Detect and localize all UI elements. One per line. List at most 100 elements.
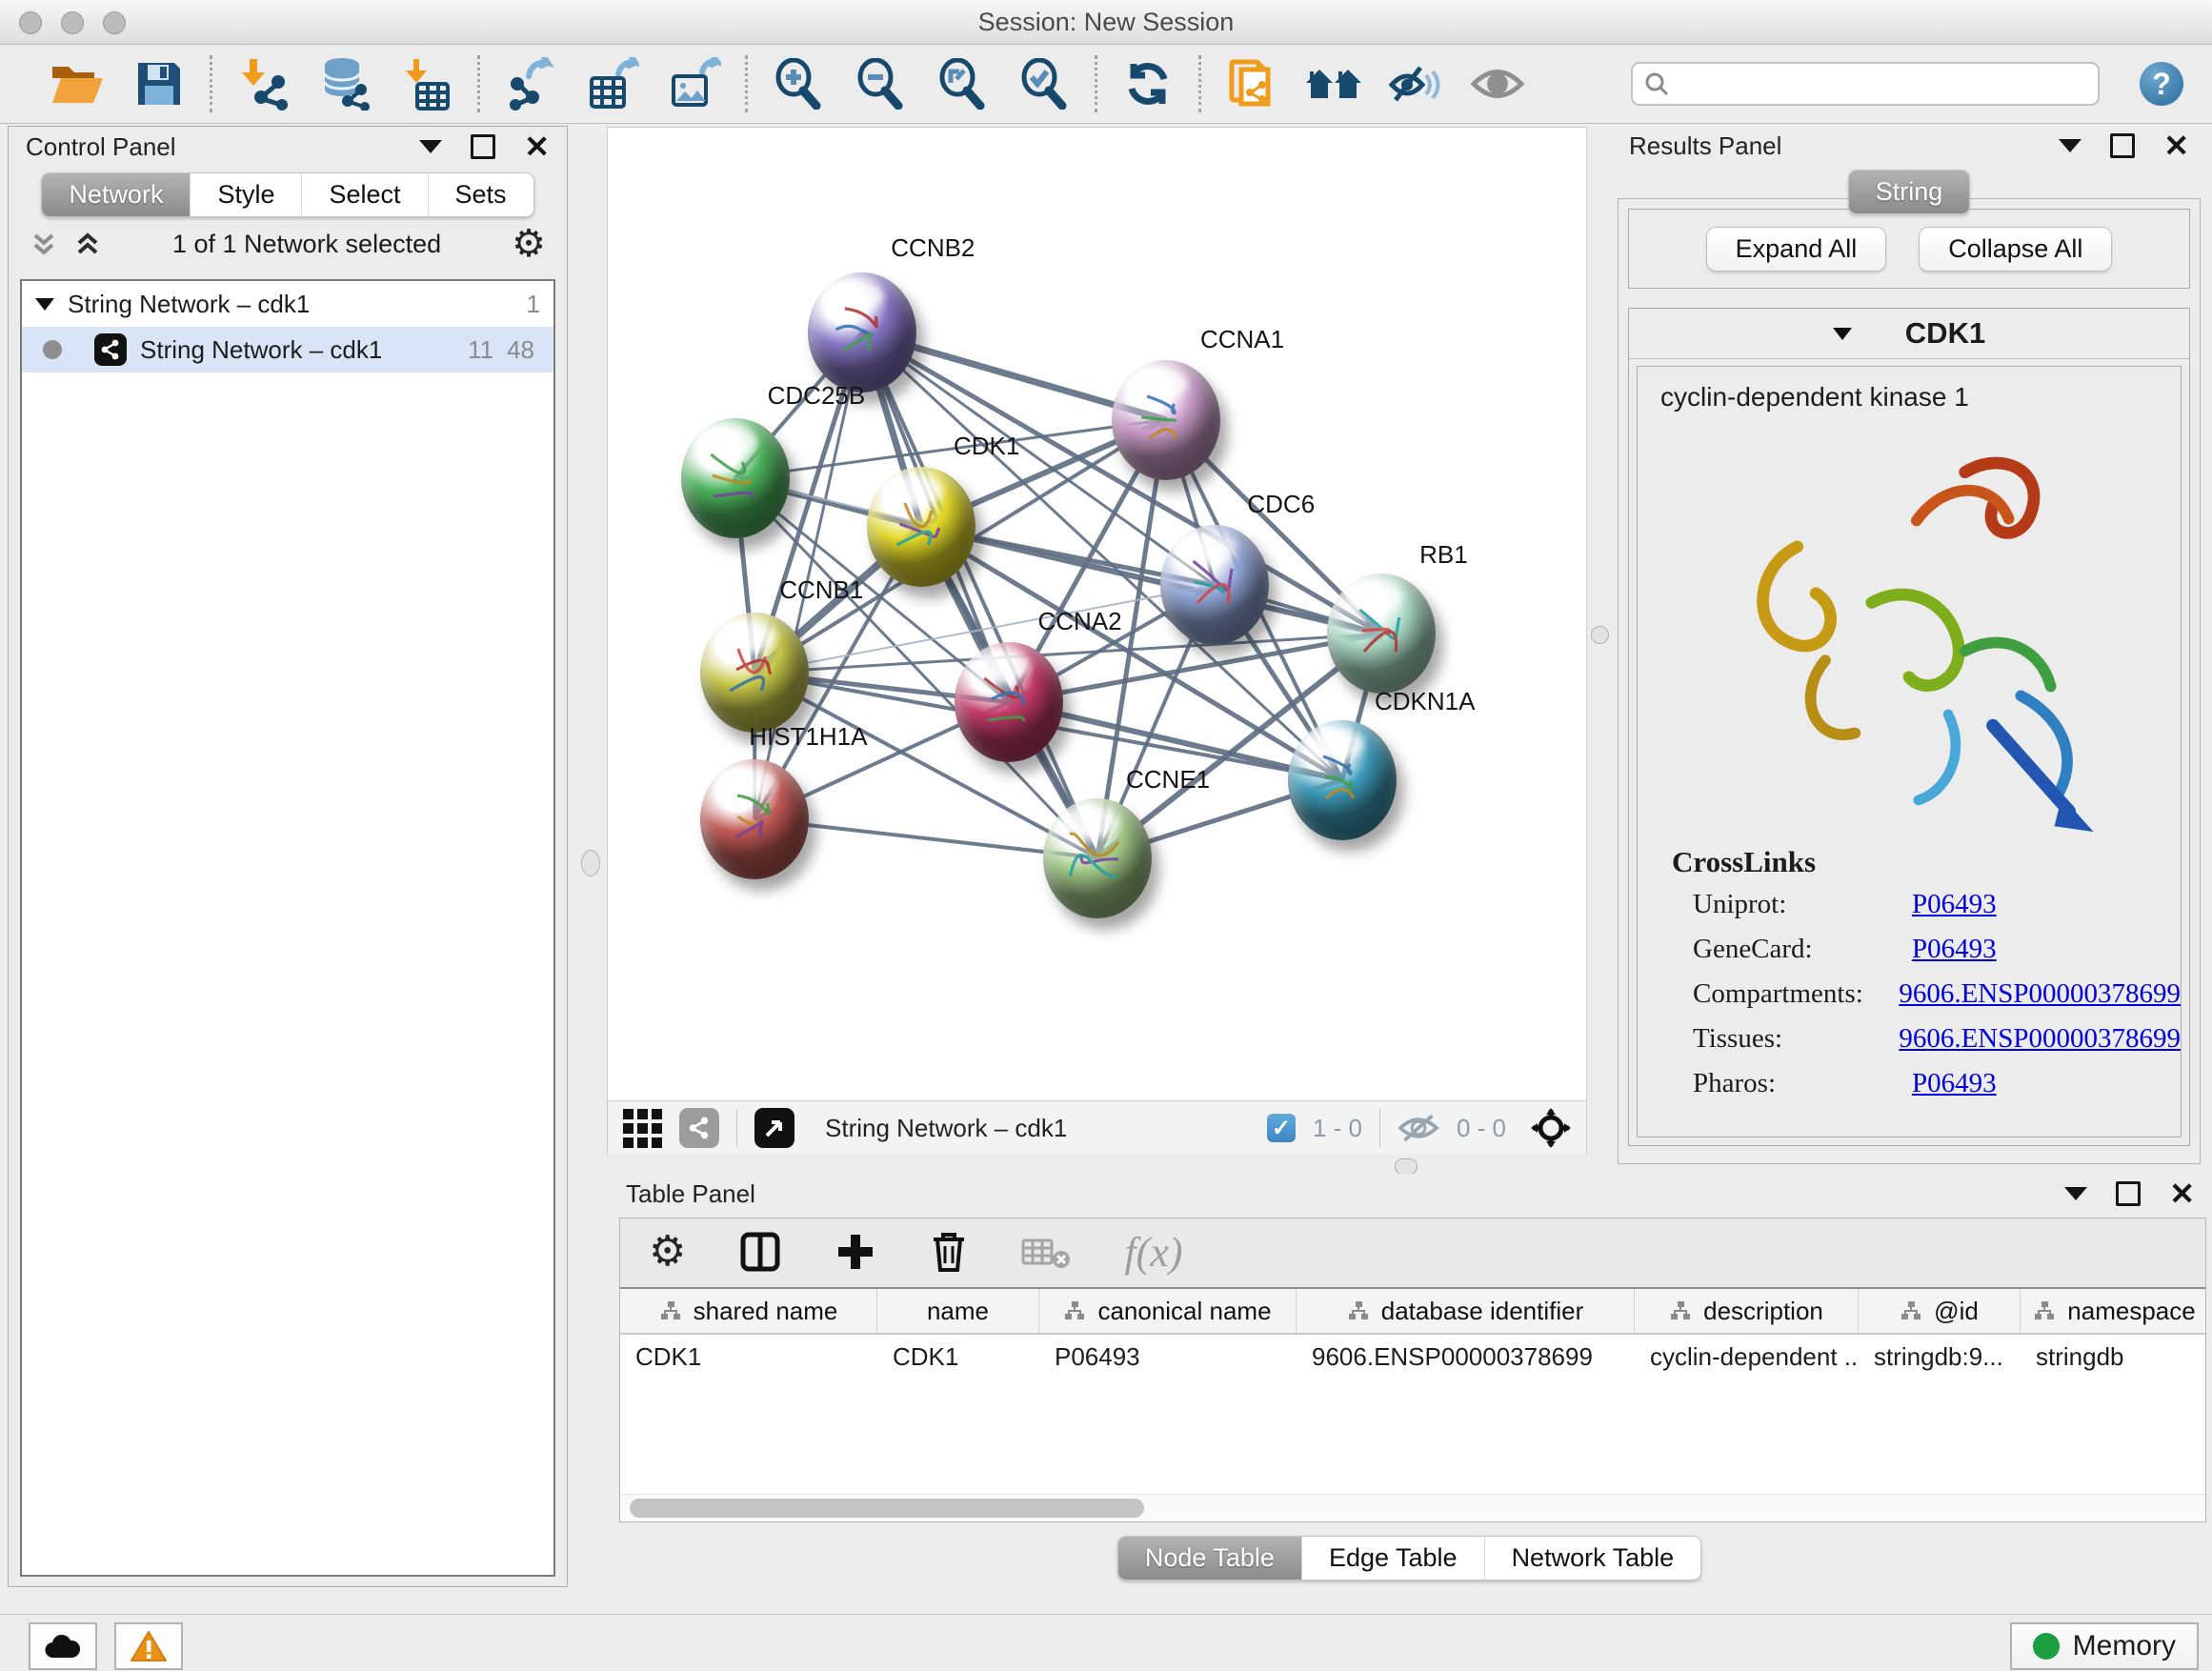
tab-edge-table[interactable]: Edge Table <box>1301 1537 1484 1580</box>
zoom-in-button[interactable] <box>757 53 839 114</box>
column-header-database-identifier[interactable]: database identifier <box>1297 1289 1635 1333</box>
crosshair-icon[interactable] <box>1531 1108 1571 1148</box>
tab-string[interactable]: String <box>1849 171 1970 213</box>
crosslink-link[interactable]: P06493 <box>1912 889 1997 920</box>
search-input[interactable] <box>1679 70 2086 98</box>
network-node-ccnb1[interactable] <box>700 613 809 733</box>
panel-menu-icon[interactable] <box>2059 139 2081 152</box>
crosslink-link[interactable]: P06493 <box>1912 934 1997 965</box>
column-header-name[interactable]: name <box>877 1289 1039 1333</box>
network-node-hist1h1a[interactable] <box>700 759 809 879</box>
tab-select[interactable]: Select <box>301 173 427 216</box>
panel-menu-icon[interactable] <box>2064 1187 2087 1200</box>
network-share-icon[interactable] <box>679 1108 719 1148</box>
panel-float-icon[interactable] <box>471 134 495 159</box>
left-splitter-handle[interactable] <box>581 850 600 876</box>
network-node-ccna2[interactable] <box>955 642 1063 762</box>
network-node-ccne1[interactable] <box>1043 798 1152 918</box>
panel-float-icon[interactable] <box>2110 133 2135 158</box>
panel-close-icon[interactable]: ✕ <box>524 131 550 162</box>
tab-style[interactable]: Style <box>190 173 301 216</box>
selected-checkbox-icon[interactable]: ✓ <box>1267 1114 1296 1142</box>
network-node-cdkn1a[interactable] <box>1288 720 1397 840</box>
grid-view-icon[interactable] <box>623 1109 662 1148</box>
crosslink-link[interactable]: 9606.ENSP00000378699 <box>1899 978 2181 1010</box>
table-horizontal-scrollbar[interactable] <box>620 1494 2205 1521</box>
export-network-button[interactable] <box>490 53 572 114</box>
network-node-cdk1[interactable] <box>867 467 975 587</box>
preview-eye-button[interactable] <box>1457 53 1538 114</box>
network-node-ccna1[interactable] <box>1112 360 1220 480</box>
collapse-section-icon[interactable] <box>1833 328 1852 340</box>
delete-column-icon[interactable] <box>930 1230 968 1274</box>
tab-node-table[interactable]: Node Table <box>1118 1537 1301 1580</box>
clone-network-button[interactable] <box>1211 53 1293 114</box>
table-cell[interactable]: stringdb:9... <box>1859 1335 2021 1379</box>
panel-close-icon[interactable]: ✕ <box>2169 1178 2195 1209</box>
column-header-description[interactable]: description <box>1635 1289 1859 1333</box>
column-header-@id[interactable]: @id <box>1859 1289 2021 1333</box>
collapse-all-icon[interactable] <box>30 230 58 258</box>
tab-network[interactable]: Network <box>42 173 190 216</box>
bottom-splitter-handle[interactable] <box>1395 1158 1418 1175</box>
add-column-icon[interactable] <box>835 1231 876 1273</box>
network-node-cdc6[interactable] <box>1160 525 1269 645</box>
import-table-button[interactable] <box>386 53 468 114</box>
string-home-button[interactable] <box>1293 53 1375 114</box>
gear-icon[interactable]: ⚙ <box>512 225 546 263</box>
column-header-shared-name[interactable]: shared name <box>620 1289 877 1333</box>
table-cell[interactable]: CDK1 <box>877 1335 1039 1379</box>
column-header-namespace[interactable]: namespace <box>2021 1289 2205 1333</box>
table-row[interactable]: CDK1CDK1P064939606.ENSP00000378699cyclin… <box>620 1335 2205 1379</box>
function-builder-icon[interactable]: f(x) <box>1124 1228 1182 1277</box>
search-field[interactable] <box>1631 62 2100 106</box>
protein-section-header[interactable]: CDK1 <box>1629 309 2189 359</box>
tab-sets[interactable]: Sets <box>428 173 533 216</box>
table-cell[interactable]: 9606.ENSP00000378699 <box>1297 1335 1635 1379</box>
tab-network-table[interactable]: Network Table <box>1484 1537 1701 1580</box>
open-session-button[interactable] <box>36 53 118 114</box>
hidden-eye-icon[interactable] <box>1398 1113 1439 1143</box>
column-header-canonical-name[interactable]: canonical name <box>1039 1289 1297 1333</box>
table-cell[interactable]: CDK1 <box>620 1335 877 1379</box>
expand-all-icon[interactable] <box>73 230 102 258</box>
export-image-button[interactable] <box>654 53 735 114</box>
table-cell[interactable]: cyclin-dependent ... <box>1635 1335 1859 1379</box>
memory-button[interactable]: Memory <box>2010 1622 2199 1670</box>
scrollbar-thumb[interactable] <box>630 1499 1144 1518</box>
network-node-cdc25b[interactable] <box>681 418 790 538</box>
panel-menu-icon[interactable] <box>419 140 442 153</box>
panel-float-icon[interactable] <box>2116 1181 2141 1206</box>
right-splitter-handle[interactable] <box>1591 626 1609 644</box>
network-node-ccnb2[interactable] <box>808 272 916 393</box>
network-node-rb1[interactable] <box>1327 574 1436 694</box>
table-cell[interactable]: stringdb <box>2021 1335 2205 1379</box>
crosslink-link[interactable]: 9606.ENSP00000378699 <box>1899 1023 2181 1055</box>
cloud-button[interactable] <box>29 1622 97 1670</box>
panel-close-icon[interactable]: ✕ <box>2163 131 2189 161</box>
zoom-selected-button[interactable] <box>1003 53 1085 114</box>
collapse-all-button[interactable]: Collapse All <box>1919 227 2112 272</box>
network-canvas[interactable]: CCNB2CCNA1CDC25BCDK1CDC6RB1CCNB1CCNA2CDK… <box>607 127 1587 1101</box>
network-row[interactable]: String Network – cdk1 11 48 <box>22 327 553 372</box>
crosslink-link[interactable]: P06493 <box>1912 1068 1997 1099</box>
hide-unhide-button[interactable] <box>1375 53 1457 114</box>
tree-expand-icon[interactable] <box>35 298 54 311</box>
zoom-fit-button[interactable] <box>921 53 1003 114</box>
zoom-out-button[interactable] <box>839 53 921 114</box>
birdseye-view-icon[interactable] <box>754 1108 794 1148</box>
import-database-button[interactable] <box>304 53 386 114</box>
import-network-button[interactable] <box>222 53 304 114</box>
show-columns-icon[interactable] <box>739 1231 781 1273</box>
delete-table-icon[interactable] <box>1021 1235 1071 1269</box>
network-collection-row[interactable]: String Network – cdk1 1 <box>22 281 553 327</box>
table-settings-icon[interactable]: ⚙ <box>649 1231 686 1273</box>
save-session-button[interactable] <box>118 53 200 114</box>
right-splitter[interactable] <box>1586 127 1614 1155</box>
warnings-button[interactable] <box>114 1622 183 1670</box>
help-button[interactable]: ? <box>2140 62 2183 106</box>
refresh-button[interactable] <box>1107 53 1189 114</box>
table-cell[interactable]: P06493 <box>1039 1335 1297 1379</box>
expand-all-button[interactable]: Expand All <box>1706 227 1887 272</box>
export-table-button[interactable] <box>572 53 654 114</box>
